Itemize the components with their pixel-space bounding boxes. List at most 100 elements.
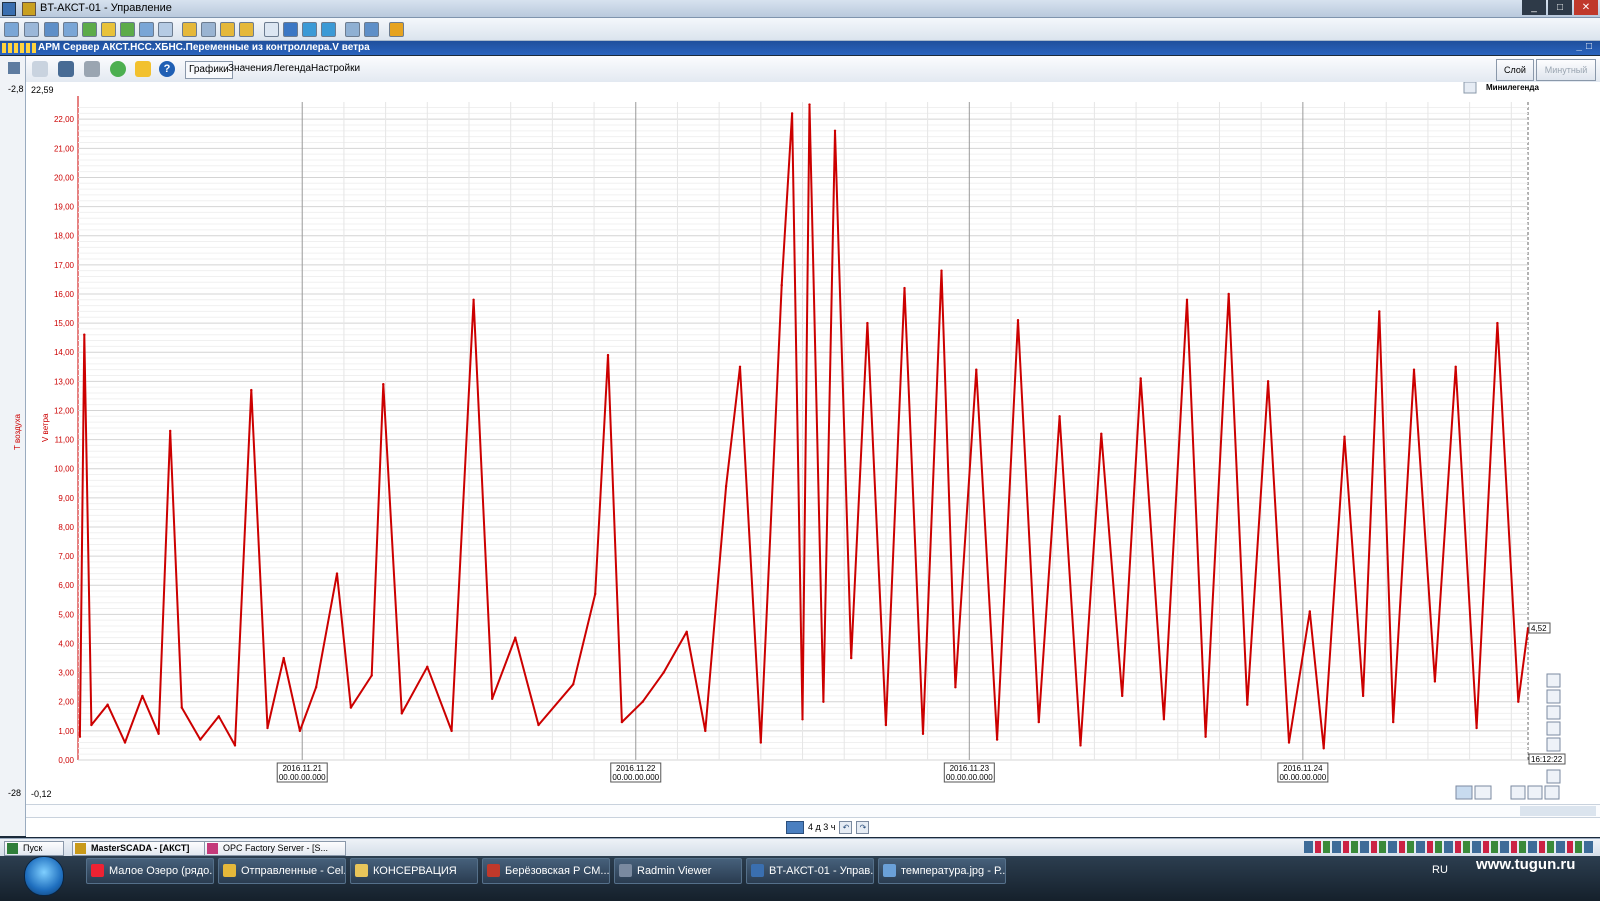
search-button[interactable] — [1544, 785, 1560, 800]
y-tick-label: 9,00 — [58, 494, 74, 503]
star-icon[interactable] — [135, 61, 151, 77]
view-list-button[interactable] — [1474, 785, 1492, 800]
y-tick-label: 17,00 — [54, 261, 75, 270]
taskbar-item-scada[interactable]: BT-АКСТ-01 - Управ... — [746, 858, 874, 884]
cursor-icon[interactable] — [32, 61, 48, 77]
tab-settings[interactable]: Настройки — [308, 61, 363, 77]
copy-button[interactable] — [1546, 689, 1561, 704]
taskbar-item-mail[interactable]: Отправленные - Cel... — [218, 858, 346, 884]
key-icon[interactable] — [239, 22, 254, 37]
fullscreen-icon[interactable] — [283, 22, 298, 37]
taskbar-item-pdf[interactable]: Берёзовская Р СМ... — [482, 858, 610, 884]
start-button[interactable] — [24, 856, 64, 896]
trend-chart[interactable]: 0,00 1,00 2,00 3,00 4,00 5,00 6,00 7,00 8,00 9,00… — [26, 81, 1600, 804]
calendar-icon[interactable] — [786, 821, 804, 834]
zoom-fit-button[interactable] — [1546, 673, 1561, 688]
minimize-button[interactable]: _ — [1522, 0, 1546, 15]
taskbar-item-radmin[interactable]: Radmin Viewer — [614, 858, 742, 884]
series-point — [233, 744, 237, 747]
panel-icon[interactable] — [302, 22, 317, 37]
series-point — [472, 298, 475, 301]
series-point — [169, 429, 172, 433]
print-icon[interactable] — [84, 61, 100, 77]
refresh-icon[interactable] — [120, 22, 135, 37]
save-icon[interactable] — [58, 61, 74, 77]
app-icon — [2, 2, 16, 16]
window-titlebar: BT-АКСТ-01 - Управление _ □ ✕ — [0, 0, 1600, 18]
language-indicator[interactable]: RU — [1432, 864, 1448, 876]
image-viewer-icon — [883, 864, 896, 877]
arrows-icon[interactable] — [82, 22, 97, 37]
refresh-icon[interactable] — [110, 61, 126, 77]
zoom-button[interactable] — [1546, 737, 1561, 752]
zoom-out-button[interactable] — [1527, 785, 1543, 800]
range-label[interactable]: 4 д 3 ч — [808, 821, 835, 834]
network-icon[interactable] — [345, 22, 360, 37]
redo-button[interactable] — [1546, 721, 1561, 736]
app-task-start[interactable]: Пуск — [4, 841, 64, 856]
taskbar-item-image[interactable]: температура.jpg - Р... — [878, 858, 1006, 884]
series-point — [1454, 365, 1457, 368]
doc-window-controls[interactable]: _□ — [1576, 41, 1596, 52]
app-task-opc[interactable]: OPC Factory Server - [S... — [204, 841, 346, 856]
minilegend-label[interactable]: Минилегенда — [1486, 83, 1539, 92]
mode-button[interactable]: Минутный — [1536, 59, 1596, 81]
trend-plot[interactable]: 0,00 1,00 2,00 3,00 4,00 5,00 6,00 7,00 8,00 9,00… — [26, 81, 1600, 804]
taskbar-item-folder[interactable]: КОНСЕРВАЦИЯ — [350, 858, 478, 884]
series-point — [266, 726, 269, 730]
undo-button[interactable] — [1546, 705, 1561, 720]
scrollbar-thumb[interactable] — [1520, 806, 1596, 816]
series-point — [1378, 310, 1381, 313]
app-task-masterscada[interactable]: MasterSCADA - [АКСТ] — [72, 841, 214, 856]
series-point — [1287, 741, 1291, 744]
lock-icon[interactable] — [220, 22, 235, 37]
y-tick-label: 18,00 — [54, 232, 75, 241]
series-point — [1308, 610, 1312, 613]
help-icon[interactable]: ? — [159, 61, 175, 77]
exit-icon[interactable] — [389, 22, 404, 37]
layout-icon[interactable] — [264, 22, 279, 37]
view-split-button[interactable] — [1455, 785, 1473, 800]
clock-icon[interactable] — [101, 22, 116, 37]
monitor-icon[interactable] — [44, 22, 59, 37]
back-button[interactable]: ↶ — [839, 821, 853, 834]
layer-button[interactable]: Слой — [1496, 59, 1534, 81]
series-point — [808, 103, 811, 106]
phone-icon[interactable] — [139, 22, 154, 37]
y-tick-label: 3,00 — [58, 669, 74, 678]
users-icon[interactable] — [201, 22, 216, 37]
edit-button[interactable] — [1546, 769, 1561, 784]
app-task-label: OPC Factory Server - [S... — [223, 843, 329, 853]
x-tick-date: 2016.11.24 — [1283, 764, 1323, 773]
scale-bottom-left: -28 — [8, 788, 22, 798]
series-point — [1322, 747, 1325, 750]
taskbar-item-yandex[interactable]: Малое Озеро (рядо... — [86, 858, 214, 884]
tab-values[interactable]: Значения — [225, 61, 275, 77]
export-icon[interactable] — [182, 22, 197, 37]
x-tick-time: 00.00.00.000 — [279, 773, 326, 782]
series-point — [1392, 720, 1395, 724]
doc-icon — [22, 2, 36, 16]
app-taskbar: Пуск MasterSCADA - [АКСТ] OPC Factory Se… — [0, 838, 1600, 856]
forward-button[interactable]: ↷ — [856, 821, 870, 834]
message-icon[interactable] — [158, 22, 173, 37]
tools-icon[interactable] — [364, 22, 379, 37]
mail-icon[interactable] — [63, 22, 78, 37]
grid-icon[interactable] — [4, 22, 19, 37]
series-point — [801, 718, 804, 721]
zoom-in-button[interactable] — [1510, 785, 1526, 800]
tile-icon[interactable] — [321, 22, 336, 37]
minilegend-toggle[interactable] — [1463, 81, 1477, 94]
window-icon[interactable] — [24, 22, 39, 37]
maximize-button[interactable]: □ — [1548, 0, 1572, 15]
series-point — [662, 671, 665, 674]
series-point — [199, 738, 202, 741]
close-button[interactable]: ✕ — [1574, 0, 1598, 15]
series-point — [537, 723, 540, 727]
scrollbar-track[interactable] — [26, 805, 1600, 818]
app-tray-icons[interactable] — [1304, 841, 1594, 853]
series-point — [685, 630, 688, 633]
series-point — [1246, 703, 1249, 706]
panel-toggle-icon[interactable] — [8, 62, 20, 74]
series-point — [995, 738, 999, 741]
